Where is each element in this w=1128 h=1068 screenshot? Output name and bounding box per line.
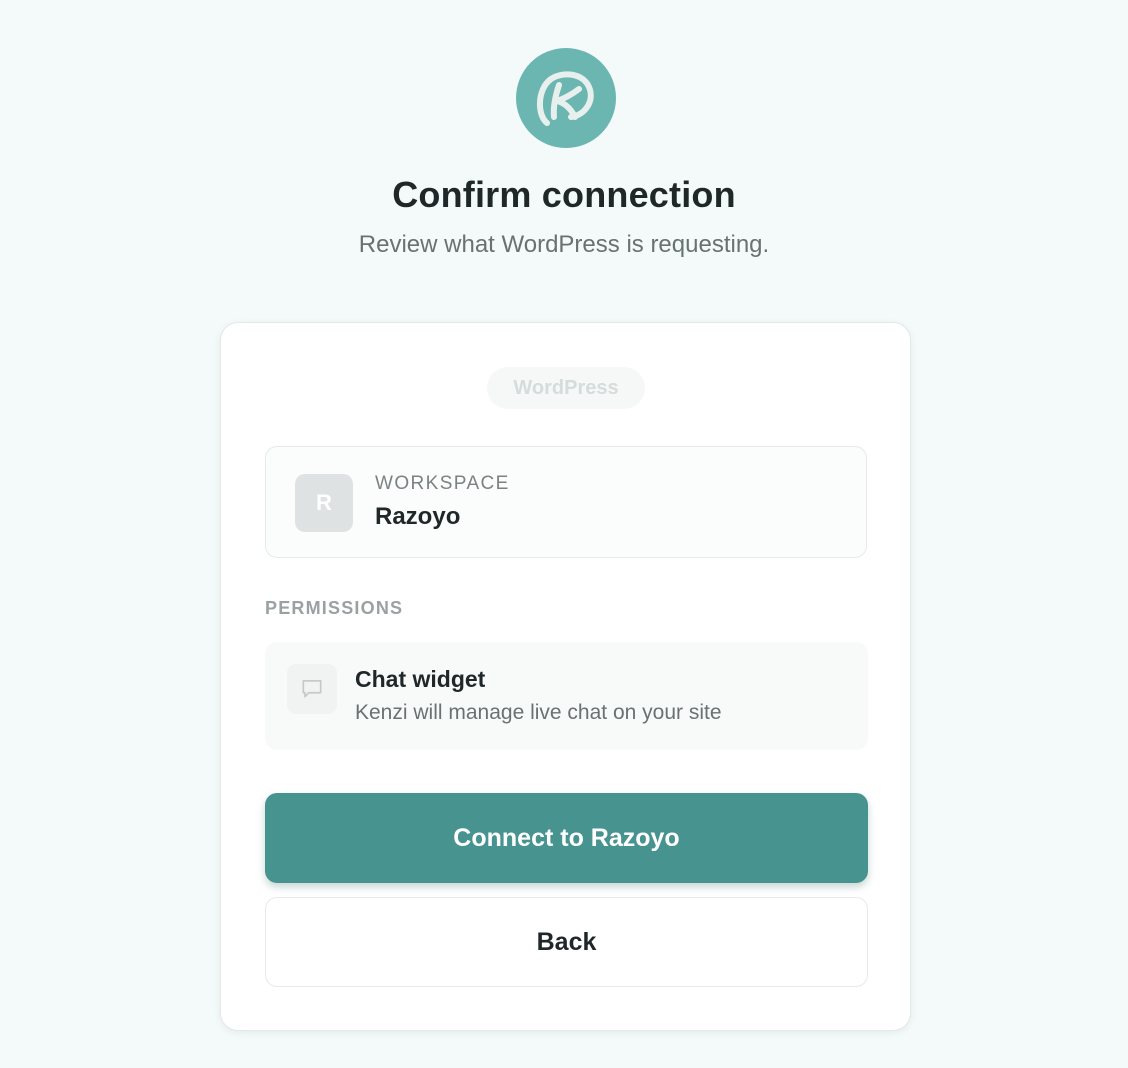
page-title: Confirm connection [392,174,736,215]
permission-title: Chat widget [355,666,486,692]
workspace-avatar: R [295,474,353,532]
workspace-label: WORKSPACE [375,473,510,494]
kenzi-logo [516,48,616,148]
connect-button[interactable]: Connect to Razoyo [265,793,868,883]
permission-item: Chat widget Kenzi will manage live chat … [265,642,868,750]
permission-description: Kenzi will manage live chat on your site [355,701,722,724]
back-button[interactable]: Back [265,897,868,987]
workspace-panel: R WORKSPACE Razoyo [265,446,867,558]
chat-bubble-icon [287,664,337,714]
workspace-name: Razoyo [375,503,461,530]
kenzi-logo-icon [537,71,594,126]
app-name-pill: WordPress [487,367,645,409]
permissions-heading: PERMISSIONS [265,598,404,618]
page-subtitle: Review what WordPress is requesting. [358,231,770,258]
connection-card: WordPress R WORKSPACE Razoyo PERMISSIONS… [220,322,911,1031]
